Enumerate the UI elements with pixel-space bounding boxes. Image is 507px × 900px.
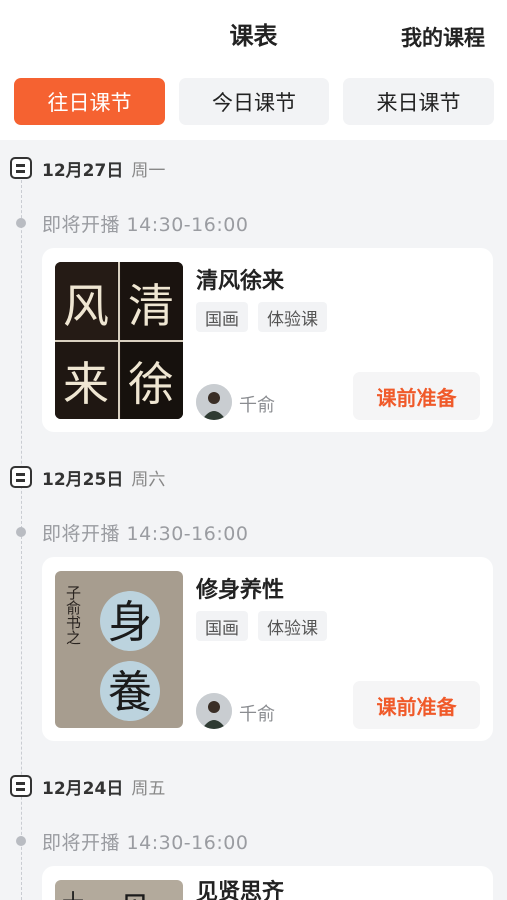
session-weekday: 周一 bbox=[131, 160, 166, 181]
session-status-row: 即将开播 14:30-16:00 bbox=[14, 519, 248, 545]
teacher-name: 千俞 bbox=[239, 395, 275, 416]
tab-bar: 往日课节 今日课节 来日课节 bbox=[14, 78, 494, 125]
session-status-row: 即将开播 14:30-16:00 bbox=[14, 210, 248, 236]
course-title: 修身养性 bbox=[196, 578, 285, 603]
thumb-inscription: 子俞书之 bbox=[64, 585, 82, 646]
date-header: 12月25日 周六 bbox=[10, 465, 166, 490]
thumb-char: 身 bbox=[108, 597, 152, 648]
thumb-char: 十 bbox=[62, 891, 84, 900]
course-card[interactable]: 十 见 见贤思齐 bbox=[42, 866, 493, 900]
class-prep-button[interactable]: 课前准备 bbox=[353, 372, 480, 420]
top-bar: 课表 我的课程 往日课节 今日课节 来日课节 bbox=[0, 0, 507, 140]
course-title: 清风徐来 bbox=[196, 269, 285, 294]
session-status-row: 即将开播 14:30-16:00 bbox=[14, 828, 248, 854]
timeline-dot-icon bbox=[16, 527, 26, 537]
course-card[interactable]: 风 清 来 徐 清风徐来 国画 体验课 千俞 课前准备 bbox=[42, 248, 493, 432]
session-weekday: 周六 bbox=[131, 469, 166, 490]
course-tag: 体验课 bbox=[258, 302, 327, 332]
calendar-icon bbox=[10, 466, 32, 488]
course-tag: 国画 bbox=[196, 302, 248, 332]
session-status: 即将开播 14:30-16:00 bbox=[42, 522, 249, 545]
teacher-avatar bbox=[196, 384, 232, 420]
session-status: 即将开播 14:30-16:00 bbox=[42, 831, 249, 854]
thumb-char: 養 bbox=[108, 667, 152, 718]
thumb-char: 徐 bbox=[128, 357, 174, 411]
course-tag: 体验课 bbox=[258, 611, 327, 641]
thumb-char: 见 bbox=[120, 891, 150, 900]
thumb-char: 风 bbox=[63, 279, 109, 333]
session-date: 12月25日 bbox=[42, 469, 124, 490]
tab-upcoming-sessions[interactable]: 来日课节 bbox=[343, 78, 494, 125]
session-status: 即将开播 14:30-16:00 bbox=[42, 213, 249, 236]
timeline-dot-icon bbox=[16, 836, 26, 846]
session-date: 12月24日 bbox=[42, 778, 124, 799]
timeline-dot-icon bbox=[16, 218, 26, 228]
tab-today-sessions[interactable]: 今日课节 bbox=[179, 78, 329, 125]
thumb-char: 清 bbox=[128, 279, 174, 333]
course-thumbnail: 身 養 子俞书之 bbox=[55, 571, 183, 728]
tab-past-sessions[interactable]: 往日课节 bbox=[14, 78, 165, 125]
calendar-icon bbox=[10, 775, 32, 797]
course-title: 见贤思齐 bbox=[196, 880, 285, 900]
teacher-avatar bbox=[196, 693, 232, 729]
date-header: 12月27日 周一 bbox=[10, 156, 166, 181]
session-date: 12月27日 bbox=[42, 160, 124, 181]
course-tag: 国画 bbox=[196, 611, 248, 641]
session-weekday: 周五 bbox=[131, 778, 166, 799]
class-prep-button[interactable]: 课前准备 bbox=[353, 681, 480, 729]
course-thumbnail: 风 清 来 徐 bbox=[55, 262, 183, 419]
date-header: 12月24日 周五 bbox=[10, 774, 166, 799]
my-courses-link[interactable]: 我的课程 bbox=[401, 22, 485, 52]
thumb-char: 来 bbox=[63, 357, 109, 411]
calendar-icon bbox=[10, 157, 32, 179]
course-card[interactable]: 身 養 子俞书之 修身养性 国画 体验课 千俞 课前准备 bbox=[42, 557, 493, 741]
course-thumbnail: 十 见 bbox=[55, 880, 183, 900]
teacher-name: 千俞 bbox=[239, 704, 275, 725]
